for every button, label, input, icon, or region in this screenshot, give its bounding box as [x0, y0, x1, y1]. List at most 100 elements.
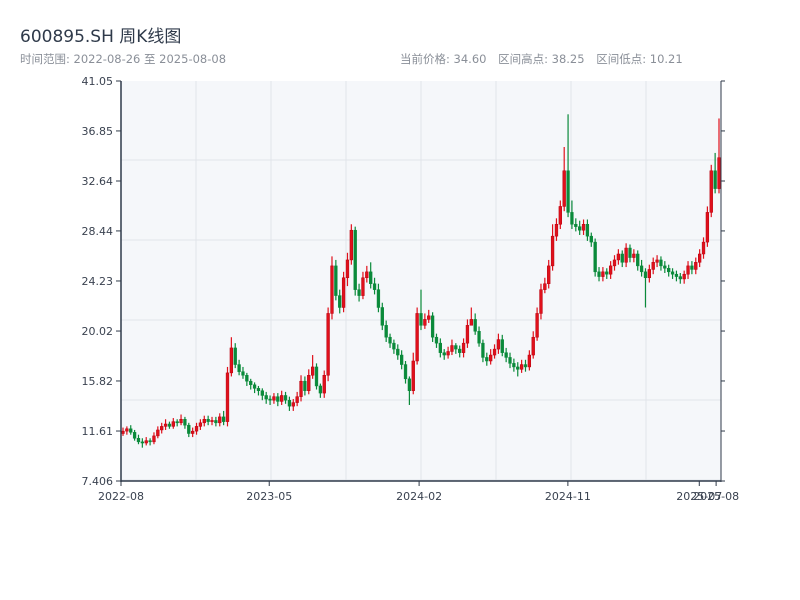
candle-body [535, 313, 539, 338]
x-tick-label: 2024-02 [396, 490, 442, 503]
candle-body [628, 247, 632, 258]
candle-body [198, 422, 203, 427]
candle-body [519, 364, 524, 370]
candle-body [446, 351, 450, 356]
candle-body [539, 289, 543, 314]
candle-body [136, 438, 141, 443]
candle-body [403, 364, 408, 380]
candle-body [624, 247, 628, 263]
candle-body [341, 277, 346, 308]
candle-body [392, 342, 396, 350]
candle-body [670, 271, 675, 275]
y-tick-label: 24.23 [82, 275, 114, 288]
candle-body [632, 253, 636, 258]
candle-body [206, 418, 210, 422]
candle-body [237, 364, 241, 372]
candle-body [717, 157, 721, 189]
candle-body [411, 360, 415, 391]
candle-body [701, 241, 706, 255]
candle-body [663, 265, 667, 269]
candle-body [314, 366, 319, 387]
y-tick-label: 7.406 [82, 475, 114, 488]
candle-body [589, 235, 593, 243]
candle-body [225, 372, 230, 422]
candle-body [508, 357, 512, 364]
candle-body [140, 441, 145, 444]
candle-body [295, 396, 299, 403]
candle-body [527, 354, 532, 368]
candle-body [415, 313, 419, 362]
candle-body [465, 325, 470, 344]
candle-body [713, 170, 717, 189]
candle-body [492, 348, 497, 356]
candle-body [121, 430, 125, 434]
candle-body [597, 271, 601, 277]
candle-body [682, 273, 686, 280]
y-tick-label: 11.61 [82, 425, 114, 438]
candle-body [473, 319, 477, 332]
candle-body [566, 170, 570, 213]
candle-body [357, 289, 361, 296]
candle-body [260, 390, 264, 396]
candle-body [697, 253, 702, 263]
x-tick-label: 2024-11 [545, 490, 591, 503]
candle-body [562, 170, 566, 207]
candle-body [516, 366, 520, 370]
candle-body [268, 398, 272, 401]
candle-body [639, 265, 644, 273]
candle-body [132, 432, 137, 439]
candle-body [221, 416, 226, 422]
candle-body [280, 395, 284, 402]
candle-body [485, 357, 489, 362]
candle-body [380, 307, 384, 326]
candle-body [194, 426, 199, 432]
candle-body [291, 402, 295, 407]
candle-body [384, 325, 388, 338]
candle-body [349, 229, 353, 261]
candle-body [570, 212, 574, 225]
candle-body [156, 429, 160, 437]
candle-body [388, 336, 392, 344]
candle-body [303, 380, 307, 391]
candle-body [620, 253, 624, 263]
candle-body [287, 399, 292, 407]
candle-body [454, 345, 458, 350]
candle-body [450, 345, 454, 352]
candle-body [210, 420, 214, 422]
candle-body [202, 418, 206, 424]
candle-body [241, 371, 245, 376]
candle-body [512, 363, 516, 368]
x-tick-label: 2025-08 [693, 490, 739, 503]
candle-body [612, 259, 617, 267]
candle-body [574, 224, 578, 227]
candle-body [581, 224, 586, 231]
candle-body [705, 212, 710, 243]
candle-body [229, 347, 234, 374]
candle-body [345, 259, 350, 279]
y-tick-label: 41.05 [82, 75, 114, 88]
candle-body [419, 313, 423, 326]
candle-body [214, 420, 218, 424]
candle-body [500, 339, 504, 353]
candle-body [636, 253, 640, 267]
candle-body [504, 352, 508, 358]
candle-body [175, 421, 179, 424]
candle-body [578, 226, 582, 231]
candle-body [152, 435, 156, 443]
candle-body [283, 395, 288, 401]
candle-body [361, 277, 365, 296]
candle-body [365, 271, 369, 279]
candle-body [477, 331, 481, 344]
candle-body [430, 315, 435, 338]
candle-body [396, 348, 400, 356]
candle-body [694, 262, 698, 270]
y-tick-label: 32.64 [82, 175, 114, 188]
candle-body [458, 348, 462, 353]
candle-body [438, 342, 443, 353]
candle-body [183, 418, 187, 426]
candle-body [461, 342, 466, 353]
candle-body [163, 423, 168, 427]
candle-body [330, 265, 334, 314]
y-tick-label: 15.82 [82, 375, 114, 388]
x-tick-label: 2022-08 [98, 490, 144, 503]
